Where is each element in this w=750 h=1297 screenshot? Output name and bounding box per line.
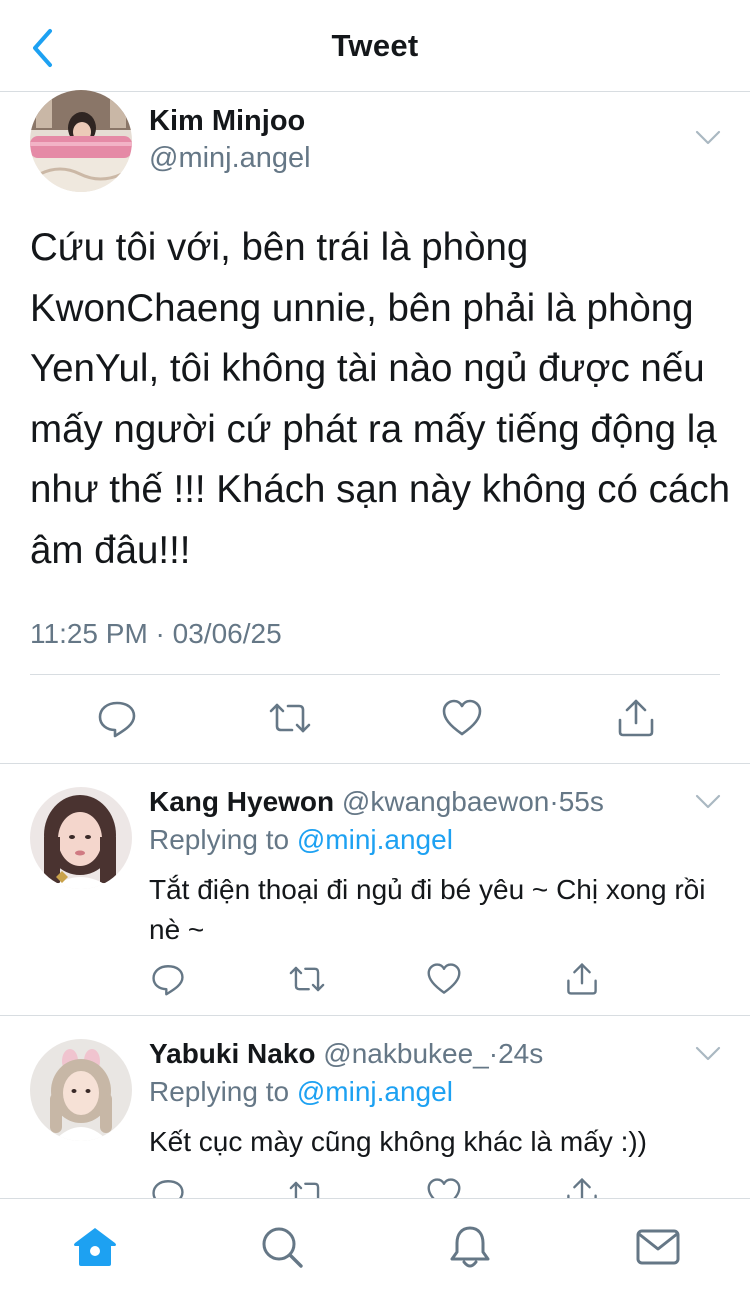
like-icon xyxy=(442,699,482,736)
user-handle[interactable]: @minj.angel xyxy=(149,142,311,175)
top-nav-bar: Tweet xyxy=(0,0,750,92)
reply-button[interactable] xyxy=(148,959,188,999)
reply-text: Tắt điện thoại đi ngủ đi bé yêu ~ Chị xo… xyxy=(149,874,706,945)
user-display-name[interactable]: Kim Minjoo xyxy=(149,105,305,138)
user-handle[interactable]: @nakbukee_ xyxy=(323,1038,488,1069)
like-icon xyxy=(427,963,461,994)
bottom-tab-bar xyxy=(0,1198,750,1297)
chevron-down-icon xyxy=(695,1046,721,1061)
like-button[interactable] xyxy=(440,696,484,740)
retweet-button[interactable] xyxy=(287,959,327,999)
tab-messages[interactable] xyxy=(634,1223,682,1271)
replying-to-line: Replying to @minj.angel xyxy=(149,824,453,856)
tweet-options-button[interactable] xyxy=(693,128,723,148)
tweet-text: Cứu tôi với, bên trái là phòng KwonChaen… xyxy=(30,226,730,572)
separator-dot: · xyxy=(549,786,559,817)
page-title: Tweet xyxy=(331,28,419,63)
tab-search[interactable] xyxy=(258,1223,306,1271)
divider xyxy=(30,674,720,675)
reply-text: Kết cục mày cũng không khác là mấy :)) xyxy=(149,1126,647,1157)
retweet-button[interactable] xyxy=(268,696,312,740)
share-icon xyxy=(618,699,654,737)
reply-header: Yabuki Nako @nakbukee_·24s xyxy=(149,1038,543,1070)
user-display-name[interactable]: Yabuki Nako xyxy=(149,1038,316,1069)
reply-icon xyxy=(98,701,136,738)
share-icon xyxy=(567,963,597,995)
tweet-options-button[interactable] xyxy=(693,792,723,812)
reply-button[interactable] xyxy=(95,696,139,740)
notifications-icon xyxy=(450,1226,490,1268)
retweet-icon xyxy=(289,966,325,992)
tab-notifications[interactable] xyxy=(446,1223,494,1271)
reply-tweet[interactable]: Yabuki Nako @nakbukee_·24s Replying to @… xyxy=(0,1016,750,1206)
avatar[interactable] xyxy=(30,1039,132,1141)
reply-time: 55s xyxy=(558,786,604,817)
mention-link[interactable]: @minj.angel xyxy=(297,824,453,855)
home-icon xyxy=(74,1228,116,1266)
avatar[interactable] xyxy=(30,90,132,192)
mention-link[interactable]: @minj.angel xyxy=(297,1076,453,1107)
share-button[interactable] xyxy=(562,959,602,999)
reply-time: 24s xyxy=(498,1038,544,1069)
tab-home[interactable] xyxy=(71,1223,119,1271)
reply-icon xyxy=(152,965,184,996)
messages-icon xyxy=(636,1229,680,1265)
search-icon xyxy=(262,1227,303,1268)
replying-to-label: Replying to xyxy=(149,1076,290,1107)
tweet-options-button[interactable] xyxy=(693,1044,723,1064)
replying-to-label: Replying to xyxy=(149,824,290,855)
chevron-down-icon xyxy=(695,130,721,145)
main-tweet: Kim Minjoo @minj.angel Cứu tôi với, bên … xyxy=(0,90,750,764)
chevron-down-icon xyxy=(695,794,721,809)
retweet-icon xyxy=(269,703,311,733)
replying-to-line: Replying to @minj.angel xyxy=(149,1076,453,1108)
tweet-timestamp: 11:25 PM · 03/06/25 xyxy=(30,618,282,649)
share-button[interactable] xyxy=(614,696,658,740)
user-display-name[interactable]: Kang Hyewon xyxy=(149,786,334,817)
separator-dot: · xyxy=(488,1038,499,1069)
user-handle[interactable]: @kwangbaewon xyxy=(342,786,549,817)
reply-tweet[interactable]: Kang Hyewon @kwangbaewon·55s Replying to… xyxy=(0,764,750,1016)
avatar[interactable] xyxy=(30,787,132,889)
reply-header: Kang Hyewon @kwangbaewon·55s xyxy=(149,786,604,818)
like-button[interactable] xyxy=(424,959,464,999)
